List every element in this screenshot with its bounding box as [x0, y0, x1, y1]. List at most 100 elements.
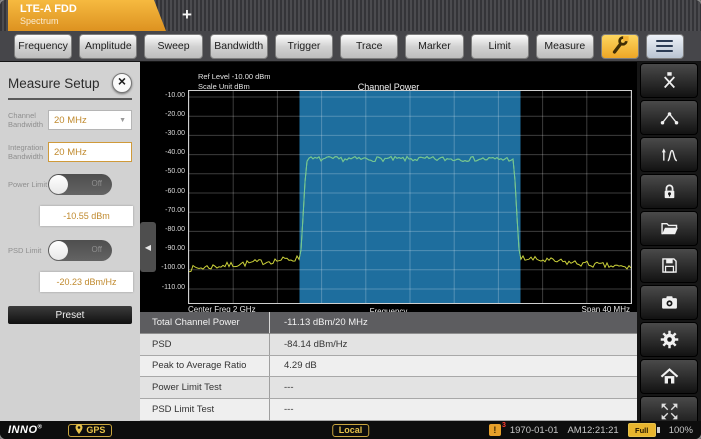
- divider: [8, 98, 132, 100]
- gps-badge[interactable]: GPS: [68, 423, 113, 437]
- power-limit-toggle[interactable]: Off: [48, 173, 112, 195]
- battery-percent: 100%: [668, 424, 693, 436]
- gps-pin-icon: [75, 424, 83, 436]
- y-axis-tick: -50.00: [165, 168, 185, 176]
- panel-collapse-handle[interactable]: ◀: [140, 222, 156, 272]
- table-row: Power Limit Test ---: [140, 377, 637, 400]
- menu-icon: [656, 37, 674, 54]
- local-remote-button[interactable]: Local: [331, 423, 370, 437]
- marker-tool-button[interactable]: [640, 63, 698, 98]
- toolbar-button-trigger[interactable]: Trigger: [274, 33, 334, 59]
- settings-button[interactable]: [640, 322, 698, 357]
- save-icon: [659, 255, 680, 276]
- lock-icon: [659, 181, 680, 202]
- spectrum-analyzer-screen: LTE-A FDD Spectrum + Frequency Amplitude S…: [0, 0, 701, 439]
- table-row-value: ---: [284, 382, 294, 394]
- table-row-label: Total Channel Power: [140, 312, 270, 333]
- table-row-label: Peak to Average Ratio: [140, 355, 270, 377]
- toolbar-button-marker[interactable]: Marker: [405, 33, 464, 59]
- tab-lte-a-fdd-spectrum[interactable]: LTE-A FDD Spectrum: [8, 0, 166, 31]
- local-label: Local: [338, 425, 363, 435]
- y-axis-tick: -40.00: [165, 149, 185, 157]
- camera-icon: [659, 292, 680, 313]
- power-limit-label: Power Limit: [8, 179, 48, 189]
- psd-limit-toggle[interactable]: Off: [48, 239, 112, 261]
- notification-icon[interactable]: ! 3: [488, 422, 506, 436]
- battery-nub: [656, 427, 660, 433]
- save-button[interactable]: [640, 248, 698, 283]
- table-row: PSD -84.14 dBm/Hz: [140, 333, 637, 356]
- battery-indicator: Full: [627, 423, 660, 437]
- tools-wrench-button[interactable]: [600, 33, 639, 59]
- toolbar-button-amplitude[interactable]: Amplitude: [79, 33, 138, 59]
- gps-label: GPS: [86, 425, 106, 435]
- y-axis-tick: -20.00: [165, 110, 185, 118]
- settings-icon: [659, 329, 680, 350]
- measure-setup-panel: Measure Setup × Channel Bandwidth 20 MHz…: [0, 62, 140, 421]
- integration-bandwidth-label: Integration Bandwidth: [8, 143, 44, 161]
- toggle-knob: [49, 174, 68, 194]
- integration-bandwidth-input[interactable]: 20 MHz: [48, 142, 132, 162]
- toolbar-button-trace[interactable]: Trace: [340, 33, 399, 59]
- tab-bar: LTE-A FDD Spectrum +: [0, 0, 701, 31]
- add-tab-button[interactable]: +: [168, 0, 206, 31]
- camera-button[interactable]: [640, 285, 698, 320]
- toolbar-button-frequency[interactable]: Frequency: [14, 33, 73, 59]
- table-row-value: ---: [284, 404, 294, 416]
- toolbar-button-bandwidth[interactable]: Bandwidth: [209, 33, 268, 59]
- power-limit-value[interactable]: -10.55 dBm: [40, 206, 133, 226]
- peak-search-icon: [659, 144, 680, 165]
- table-row-value: -11.13 dBm/20 MHz: [284, 316, 368, 328]
- preset-button[interactable]: Preset: [8, 306, 132, 324]
- peak-markers-icon: [659, 107, 680, 128]
- channel-bandwidth-dropdown[interactable]: 20 MHz ▼: [48, 110, 132, 130]
- chart-region: Ref Level -10.00 dBm Scale Unit dBm Chan…: [140, 62, 637, 316]
- table-row-label: PSD: [140, 333, 270, 355]
- folder-open-button[interactable]: [640, 211, 698, 246]
- status-right-group: ! 3 1970-01-01 AM12:21:21 Full 100%: [488, 422, 693, 437]
- home-icon: [659, 366, 680, 387]
- results-table: Total Channel Power -11.13 dBm/20 MHz PSD -…: [140, 312, 637, 421]
- measure-setup-title: Measure Setup: [8, 75, 100, 91]
- psd-limit-value[interactable]: -20.23 dBm/Hz: [40, 272, 133, 292]
- table-row-value: 4.29 dB: [284, 360, 317, 372]
- chevron-down-icon: ▼: [119, 116, 126, 124]
- peak-markers-button[interactable]: [640, 100, 698, 135]
- status-date: 1970-01-01: [509, 424, 559, 436]
- toolbar-button-measure[interactable]: Measure: [535, 33, 594, 59]
- peak-search-button[interactable]: [640, 137, 698, 172]
- brand-logo: INNO®: [8, 424, 43, 436]
- table-row-label: PSD Limit Test: [140, 399, 270, 420]
- channel-bandwidth-label: Channel Bandwidth: [8, 111, 44, 129]
- toggle-knob: [49, 240, 68, 260]
- notification-count-badge: 3: [501, 422, 506, 429]
- toolbar-button-limit[interactable]: Limit: [470, 33, 529, 59]
- folder-open-icon: [659, 218, 680, 239]
- y-axis-tick: -10.00: [165, 91, 185, 99]
- tab-title: LTE-A FDD: [20, 3, 77, 15]
- table-row: PSD Limit Test ---: [140, 399, 637, 421]
- home-button[interactable]: [640, 359, 698, 394]
- main-display: Ref Level -10.00 dBm Scale Unit dBm Chan…: [140, 62, 637, 421]
- spectrum-plot[interactable]: [188, 90, 632, 304]
- y-axis-tick: -70.00: [165, 206, 185, 214]
- y-axis-tick: -110.00: [161, 283, 185, 291]
- toggle-state: Off: [91, 178, 102, 188]
- right-toolbar: [637, 62, 701, 431]
- table-row: Peak to Average Ratio 4.29 dB: [140, 355, 637, 378]
- marker-tool-icon: [659, 70, 680, 91]
- toolbar-button-sweep[interactable]: Sweep: [144, 33, 203, 59]
- toolbar: Frequency Amplitude Sweep Bandwidth Trigger T…: [0, 31, 701, 62]
- toggle-state: Off: [91, 244, 102, 254]
- table-row-value: -84.14 dBm/Hz: [284, 338, 348, 350]
- battery-icon: Full: [627, 423, 656, 437]
- status-bar: INNO® GPS Local ! 3 1970-01-01 AM12:21:2…: [0, 421, 701, 439]
- close-icon[interactable]: ×: [112, 73, 132, 93]
- status-time: AM12:21:21: [567, 424, 619, 436]
- y-axis-tick: -60.00: [165, 187, 185, 195]
- ref-level-label: Ref Level -10.00 dBm: [198, 72, 271, 81]
- table-row: Total Channel Power -11.13 dBm/20 MHz: [140, 312, 637, 334]
- lock-button[interactable]: [640, 174, 698, 209]
- y-axis-tick: -30.00: [165, 129, 185, 137]
- menu-button[interactable]: [645, 33, 684, 59]
